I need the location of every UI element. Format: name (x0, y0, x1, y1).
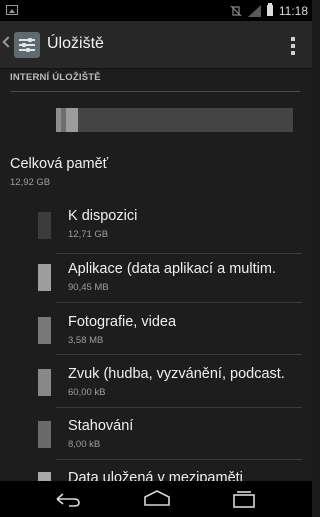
storage-item-available[interactable]: K dispozici 12,71 GB (0, 208, 312, 258)
row-divider (56, 302, 302, 303)
page-title: Úložiště (47, 35, 104, 52)
item-value: 60,00 kB (68, 387, 106, 398)
total-storage-label[interactable]: Celková paměť (10, 156, 108, 172)
storage-item-audio[interactable]: Zvuk (hudba, vyzvánění, podcast. 60,00 k… (0, 366, 312, 416)
action-bar: Úložiště (0, 21, 312, 69)
clock: 11:18 (278, 3, 308, 18)
usage-segment (78, 108, 293, 132)
navigation-bar (0, 481, 312, 517)
total-storage-value: 12,92 GB (10, 177, 51, 188)
storage-item-photos[interactable]: Fotografie, videa 3,58 MB (0, 314, 312, 364)
item-name: Data uložená v mezipaměti (68, 470, 243, 481)
home-icon[interactable] (142, 489, 172, 507)
row-divider (56, 354, 302, 355)
status-bar-right: 11:18 (230, 0, 308, 21)
row-divider (56, 253, 302, 254)
color-swatch (38, 369, 51, 396)
overflow-menu-icon[interactable] (291, 37, 295, 55)
color-swatch (38, 472, 51, 481)
battery-icon (266, 3, 273, 16)
color-swatch (38, 264, 51, 291)
storage-item-cache[interactable]: Data uložená v mezipaměti (0, 470, 312, 481)
storage-settings-icon[interactable] (14, 32, 40, 58)
item-value: 12,71 GB (68, 229, 109, 240)
color-swatch (38, 212, 51, 239)
signal-icon (247, 4, 261, 17)
back-caret-icon[interactable] (2, 36, 14, 48)
item-name: K dispozici (68, 208, 138, 224)
row-divider (56, 407, 302, 408)
item-name: Zvuk (hudba, vyzvánění, podcast. (68, 366, 285, 382)
item-name: Stahování (68, 418, 134, 434)
item-name: Fotografie, videa (68, 314, 177, 330)
item-name: Aplikace (data aplikací a multim. (68, 261, 276, 277)
storage-item-downloads[interactable]: Stahování 8,00 kB (0, 418, 312, 468)
recent-apps-icon[interactable] (232, 490, 256, 508)
item-value: 90,45 MB (68, 282, 109, 293)
storage-item-apps[interactable]: Aplikace (data aplikací a multim. 90,45 … (0, 261, 312, 311)
vibrate-icon (230, 5, 242, 16)
section-header: INTERNÍ ÚLOŽIŠTĚ (10, 72, 101, 83)
color-swatch (38, 421, 51, 448)
item-value: 3,58 MB (68, 335, 104, 346)
row-divider (56, 459, 302, 460)
section-divider (10, 91, 300, 92)
back-icon[interactable] (54, 491, 82, 507)
picture-icon (6, 5, 18, 15)
storage-screen: 11:18 Úložiště INTERNÍ ÚLOŽIŠTĚ Celková … (0, 0, 312, 517)
usage-segment (66, 108, 78, 132)
status-bar: 11:18 (0, 0, 312, 21)
storage-usage-bar (56, 108, 293, 132)
color-swatch (38, 317, 51, 344)
item-value: 8,00 kB (68, 439, 101, 450)
